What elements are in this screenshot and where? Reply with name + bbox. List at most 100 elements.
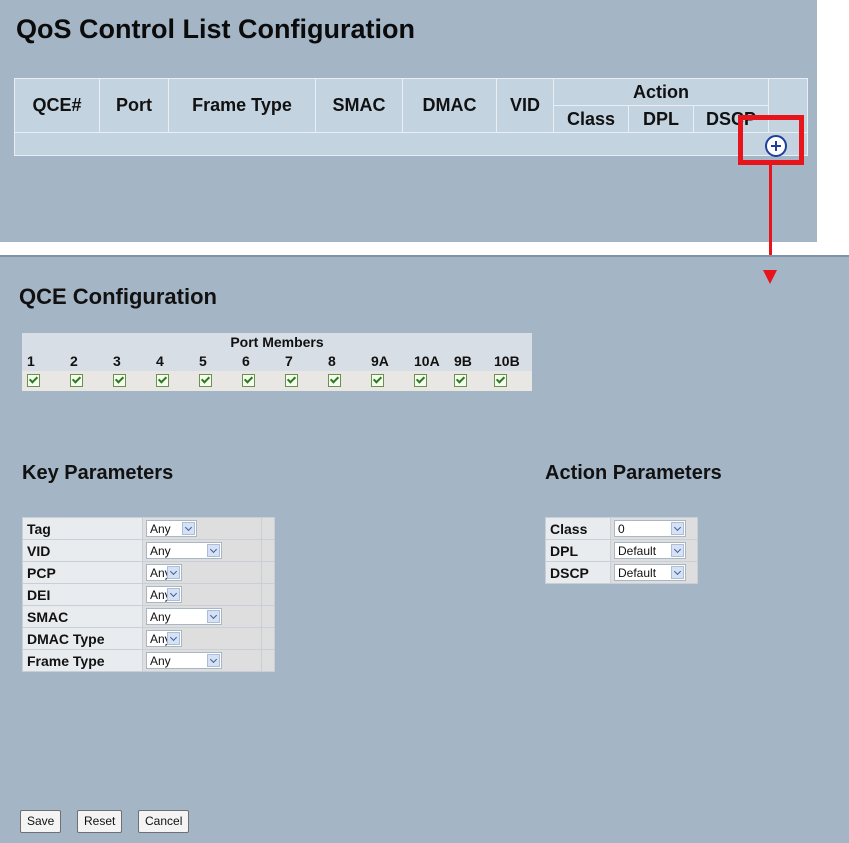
param-row: DSCP Default [545, 561, 698, 584]
param-row: DEI Any [22, 583, 275, 606]
param-row: DPL Default [545, 539, 698, 562]
select-value: Any [150, 543, 171, 558]
save-button[interactable]: Save [20, 810, 62, 833]
port-member-checkbox[interactable] [414, 374, 427, 388]
qos-control-list-panel: QoS Control List Configuration QCE# Port… [0, 0, 817, 270]
param-label: Frame Type [22, 649, 143, 672]
port-checkbox-cell [65, 371, 108, 391]
port-member-checkbox[interactable] [242, 374, 255, 388]
port-label: 7 [280, 351, 323, 371]
port-label: 9A [366, 351, 409, 371]
param-select[interactable]: Any [146, 629, 182, 647]
param-row: SMAC Any [22, 605, 275, 628]
param-label: DPL [545, 539, 611, 562]
port-member-checkbox[interactable] [27, 374, 40, 388]
port-member-checkbox[interactable] [328, 374, 341, 388]
chevron-down-icon [207, 609, 220, 623]
param-tail-cell [261, 605, 275, 628]
param-select[interactable]: Any [146, 585, 182, 603]
qcl-table: QCE# Port Frame Type SMAC DMAC VID Actio… [14, 78, 808, 156]
col-header-action: Action [553, 78, 769, 106]
port-members-header: Port Members [22, 333, 532, 351]
port-checkbox-cell [151, 371, 194, 391]
param-select[interactable]: Any [146, 563, 182, 581]
port-member-checkbox[interactable] [285, 374, 298, 388]
chevron-down-icon [182, 521, 195, 535]
page-title: QoS Control List Configuration [16, 14, 415, 44]
param-control-cell: Any [142, 649, 262, 672]
key-parameters-table: Tag Any VID Any PCP Any DEI Any SMAC Any DMAC Type… [22, 517, 275, 672]
chevron-down-icon [671, 565, 684, 579]
port-member-checkbox[interactable] [199, 374, 212, 388]
select-value: Default [618, 565, 657, 580]
param-select[interactable]: Any [146, 519, 197, 537]
col-header-smac: SMAC [315, 78, 403, 133]
port-checkbox-cell [409, 371, 449, 391]
port-member-checkbox[interactable] [371, 374, 384, 388]
chevron-down-icon [207, 653, 220, 667]
port-label: 1 [22, 351, 65, 371]
param-select[interactable]: 0 [614, 519, 686, 537]
port-member-checkbox[interactable] [156, 374, 169, 388]
port-checkbox-cell [22, 371, 65, 391]
param-label: Class [545, 517, 611, 540]
param-control-cell: Default [610, 561, 698, 584]
port-checkbox-cell [108, 371, 151, 391]
key-parameters-title: Key Parameters [22, 462, 174, 484]
param-control-cell: Any [142, 517, 262, 540]
empty-cell [14, 132, 808, 156]
param-control-cell: Any [142, 627, 262, 650]
param-row: PCP Any [22, 561, 275, 584]
port-label: 3 [108, 351, 151, 371]
port-checkbox-cell [237, 371, 280, 391]
col-header-qce: QCE# [14, 78, 100, 133]
qce-title: QCE Configuration [19, 284, 217, 309]
param-row: VID Any [22, 539, 275, 562]
port-checkbox-cell [323, 371, 366, 391]
port-checkbox-cell [489, 371, 532, 391]
param-tail-cell [261, 649, 275, 672]
param-tail-cell [261, 627, 275, 650]
chevron-down-icon [167, 587, 180, 601]
col-header-frame-type: Frame Type [168, 78, 316, 133]
port-label: 9B [449, 351, 489, 371]
col-header-port: Port [99, 78, 169, 133]
chevron-down-icon [671, 521, 684, 535]
param-control-cell: 0 [610, 517, 698, 540]
param-tail-cell [261, 583, 275, 606]
param-select[interactable]: Default [614, 563, 686, 581]
param-label: DSCP [545, 561, 611, 584]
param-label: Tag [22, 517, 143, 540]
port-member-checkbox[interactable] [454, 374, 467, 388]
chevron-down-icon [671, 543, 684, 557]
param-label: PCP [22, 561, 143, 584]
param-label: SMAC [22, 605, 143, 628]
param-row: Frame Type Any [22, 649, 275, 672]
action-parameters-table: Class 0 DPL Default DSCP Default [545, 517, 698, 584]
port-label: 10B [489, 351, 532, 371]
arrow-head [763, 270, 777, 284]
port-member-checkbox[interactable] [70, 374, 83, 388]
port-member-checkbox[interactable] [494, 374, 507, 388]
cancel-button[interactable]: Cancel [138, 810, 190, 833]
param-select[interactable]: Any [146, 541, 222, 559]
param-select[interactable]: Default [614, 541, 686, 559]
param-control-cell: Any [142, 583, 262, 606]
col-header-dmac: DMAC [402, 78, 497, 133]
reset-button[interactable]: Reset [77, 810, 123, 833]
col-header-class: Class [553, 105, 629, 133]
port-label: 4 [151, 351, 194, 371]
param-select[interactable]: Any [146, 607, 222, 625]
param-control-cell: Any [142, 561, 262, 584]
param-select[interactable]: Any [146, 651, 222, 669]
chevron-down-icon [167, 631, 180, 645]
param-row: DMAC Type Any [22, 627, 275, 650]
port-member-checkbox[interactable] [113, 374, 126, 388]
param-tail-cell [261, 539, 275, 562]
action-parameters-title: Action Parameters [545, 462, 722, 484]
param-control-cell: Any [142, 539, 262, 562]
param-label: DEI [22, 583, 143, 606]
port-label: 5 [194, 351, 237, 371]
port-label: 10A [409, 351, 449, 371]
param-tail-cell [261, 517, 275, 540]
